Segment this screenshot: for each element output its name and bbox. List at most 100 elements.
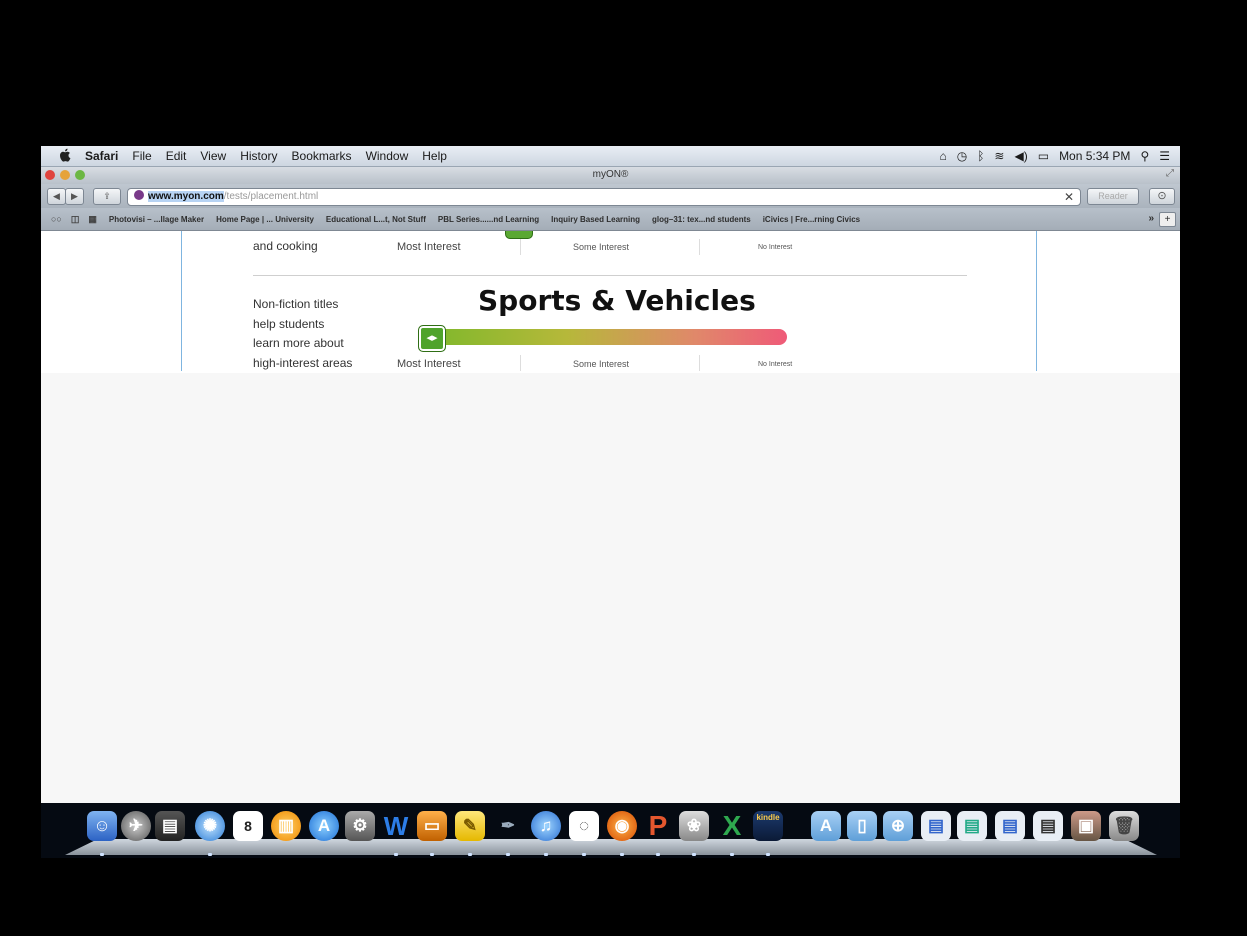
firefox-icon[interactable]: ◉ — [607, 811, 637, 841]
running-indicator — [582, 853, 586, 856]
fullscreen-icon[interactable]: ⤢ — [1166, 168, 1174, 179]
menu-edit[interactable]: Edit — [166, 149, 187, 163]
menu-window[interactable]: Window — [366, 149, 409, 163]
bookmark-item[interactable]: PBL Series......nd Learning — [438, 215, 539, 224]
menu-view[interactable]: View — [200, 149, 226, 163]
doc-stack-icon-3[interactable]: ▤ — [995, 811, 1025, 841]
previous-slider-handle[interactable] — [505, 231, 533, 239]
volume-icon[interactable]: ◀) — [1014, 149, 1027, 163]
top-sites-icon[interactable]: ▦ — [88, 214, 97, 225]
stickies-icon[interactable]: ✎ — [455, 811, 485, 841]
word-icon[interactable]: W — [381, 811, 411, 841]
doc-stack-icon-2[interactable]: ▤ — [957, 811, 987, 841]
divider — [520, 355, 521, 371]
share-button[interactable]: ⇪ — [93, 188, 121, 205]
placement-panel: and cooking Most Interest Some Interest … — [181, 231, 1037, 371]
running-indicator — [656, 853, 660, 856]
menu-file[interactable]: File — [132, 149, 151, 163]
description-line: high-interest areas — [253, 355, 353, 370]
menu-bookmarks[interactable]: Bookmarks — [292, 149, 352, 163]
doc-stack-icon-4[interactable]: ▤ — [1033, 811, 1063, 841]
mission-control-icon[interactable]: ▤ — [155, 811, 185, 841]
keynote-icon[interactable]: ▭ — [417, 811, 447, 841]
description-line: learn more about — [253, 336, 344, 350]
launchpad-icon[interactable]: ✈ — [121, 811, 151, 841]
calendar-icon[interactable]: 8 — [233, 811, 263, 841]
menu-help[interactable]: Help — [422, 149, 447, 163]
url-domain: www.myon.com — [148, 191, 224, 202]
window-title: myON® — [592, 169, 629, 180]
description-line: help students — [253, 316, 325, 331]
label-no-interest: No Interest — [758, 361, 793, 368]
site-favicon-icon — [134, 190, 144, 200]
apple-menu-icon[interactable] — [55, 148, 75, 165]
itunes-icon[interactable]: ♫ — [531, 811, 561, 841]
trash-icon[interactable]: 🗑 — [1109, 811, 1139, 841]
running-indicator — [506, 853, 510, 856]
reading-list-icon[interactable]: ○○ — [51, 214, 62, 225]
system-preferences-icon[interactable]: ⚙ — [345, 811, 375, 841]
applications-folder-icon[interactable]: A — [811, 811, 841, 841]
bookmark-item[interactable]: Photovisi – ...llage Maker — [109, 215, 204, 224]
window-title-bar: myON® ⤢ — [41, 167, 1180, 184]
label-most-interest: Most Interest — [397, 358, 461, 370]
finder-icon[interactable]: ☺ — [87, 811, 117, 841]
running-indicator — [430, 853, 434, 856]
spotlight-icon[interactable]: ⚲ — [1140, 149, 1149, 163]
web-content: and cooking Most Interest Some Interest … — [41, 231, 1180, 373]
divider — [699, 355, 700, 371]
quill-icon[interactable]: ✒ — [493, 811, 523, 841]
battery-icon[interactable]: ▭ — [1038, 149, 1049, 163]
sync-icon[interactable]: ⌂ — [939, 149, 946, 163]
documents-folder-icon[interactable]: ▯ — [847, 811, 877, 841]
time-machine-icon[interactable]: ◷ — [957, 149, 967, 163]
app-store-icon[interactable]: A — [309, 811, 339, 841]
bookmark-item[interactable]: Home Page | ... University — [216, 215, 314, 224]
preview-icon[interactable]: ◌ — [569, 811, 599, 841]
dock: ☺ ✈ ▤ ✺ 8 ▥ A ⚙ W ▭ ✎ ✒ ♫ ◌ ◉ P ❀ X kind… — [41, 803, 1180, 858]
address-bar[interactable]: www.myon.com/tests/placement.html ✕ — [127, 188, 1081, 206]
forward-button[interactable]: ▶ — [65, 188, 84, 205]
back-button[interactable]: ◀ — [47, 188, 66, 205]
doc-stack-icon-1[interactable]: ▤ — [921, 811, 951, 841]
running-indicator — [620, 853, 624, 856]
bookmark-item[interactable]: Inquiry Based Learning — [551, 215, 640, 224]
menu-safari[interactable]: Safari — [85, 149, 118, 163]
divider — [520, 239, 521, 255]
url-path: /tests/placement.html — [223, 191, 319, 202]
running-indicator — [544, 853, 548, 856]
bookmark-item[interactable]: glog–31: tex...nd students — [652, 215, 751, 224]
browser-toolbar: ◀ ▶ ⇪ www.myon.com/tests/placement.html … — [41, 184, 1180, 208]
wifi-icon[interactable]: ≋ — [994, 149, 1004, 163]
more-bookmarks-icon[interactable]: » — [1148, 213, 1154, 224]
photo-icon[interactable]: ❀ — [679, 811, 709, 841]
label-no-interest: No Interest — [758, 244, 793, 251]
new-tab-button[interactable]: + — [1159, 212, 1176, 227]
description-line: Non-fiction titles — [253, 297, 339, 311]
reader-button[interactable]: Reader — [1087, 188, 1139, 205]
bookmarks-book-icon[interactable]: ◫ — [71, 214, 80, 225]
excel-icon[interactable]: X — [717, 811, 747, 841]
downloads-button[interactable]: ⊙ — [1149, 188, 1175, 205]
status-area: ⌂ ◷ ᛒ ≋ ◀) ▭ Mon 5:34 PM ⚲ ☰ — [939, 146, 1170, 166]
bluetooth-icon[interactable]: ᛒ — [977, 149, 984, 163]
interest-slider-track[interactable] — [420, 329, 787, 345]
bookmark-item[interactable]: iCivics | Fre...rning Civics — [763, 215, 860, 224]
downloads-folder-icon[interactable]: ⊕ — [883, 811, 913, 841]
clock[interactable]: Mon 5:34 PM — [1059, 149, 1130, 163]
safari-icon[interactable]: ✺ — [195, 811, 225, 841]
running-indicator — [394, 853, 398, 856]
powerpoint-icon[interactable]: P — [643, 811, 673, 841]
notification-center-icon[interactable]: ☰ — [1159, 149, 1170, 163]
kindle-icon[interactable]: kindle — [753, 811, 783, 841]
running-indicator — [730, 853, 734, 856]
running-indicator — [468, 853, 472, 856]
interest-slider-handle[interactable]: ◂▸ — [418, 325, 446, 352]
bookmark-item[interactable]: Educational L...t, Not Stuff — [326, 215, 426, 224]
photos-stack-icon[interactable]: ▣ — [1071, 811, 1101, 841]
menu-history[interactable]: History — [240, 149, 277, 163]
ibooks-icon[interactable]: ▥ — [271, 811, 301, 841]
section-heading: Sports & Vehicles — [478, 284, 756, 317]
stop-loading-icon[interactable]: ✕ — [1064, 189, 1074, 205]
section-divider — [253, 275, 967, 276]
